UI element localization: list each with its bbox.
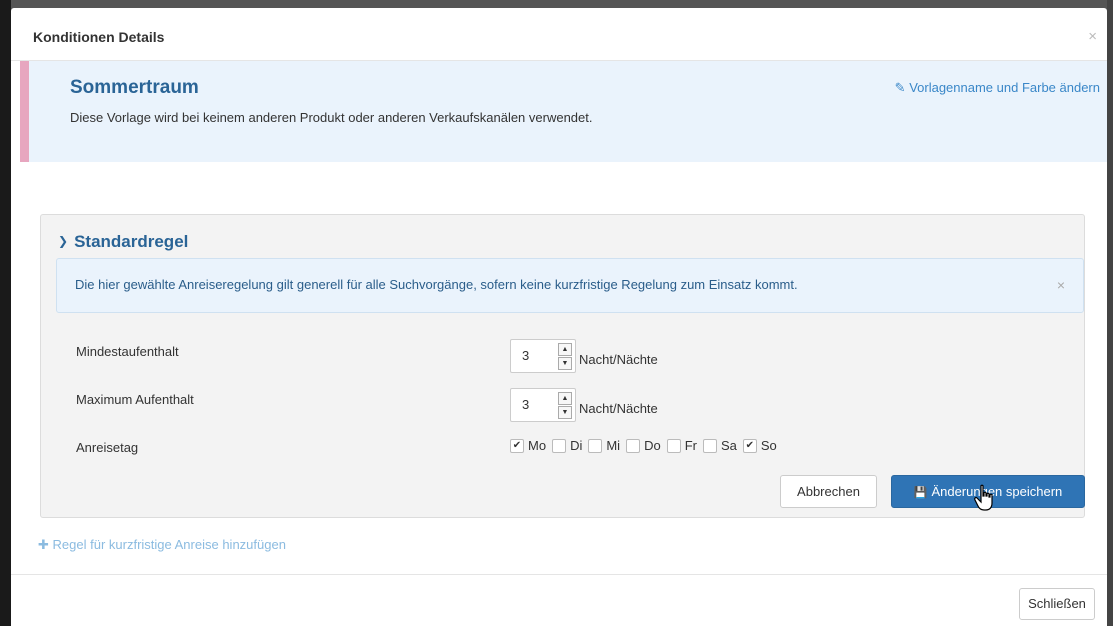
hand-cursor-icon <box>974 484 993 511</box>
stepper-down-icon[interactable]: ▼ <box>558 357 572 370</box>
checkbox[interactable] <box>626 438 641 453</box>
backdrop-edge <box>1107 0 1113 626</box>
add-short-term-rule-label: Regel für kurzfristige Anreise hinzufüge… <box>52 537 286 552</box>
modal-header: Konditionen Details × <box>11 8 1107 61</box>
day-checkbox-do[interactable]: Do <box>626 438 661 453</box>
day-label: Di <box>570 438 583 453</box>
backdrop <box>0 0 11 626</box>
max-stay-input[interactable]: 3 ▲ ▼ <box>510 388 576 422</box>
checkbox[interactable]: ✔ <box>510 438 524 453</box>
stepper-up-icon[interactable]: ▲ <box>558 392 572 405</box>
min-stay-value: 3 <box>522 348 530 363</box>
standard-rule-panel: ❯ Standardregel Die hier gewählte Anreise… <box>40 214 1085 518</box>
plus-icon: ✚ <box>38 537 49 552</box>
close-icon[interactable]: × <box>1088 28 1097 45</box>
modal-footer: Schließen <box>11 574 1107 626</box>
day-label: Mi <box>606 438 621 453</box>
min-stay-label: Mindestaufenthalt <box>76 344 179 359</box>
day-label: So <box>760 438 777 453</box>
max-stay-stepper[interactable]: ▲ ▼ <box>558 392 572 419</box>
info-alert-text: Die hier gewählte Anreiseregelung gilt g… <box>75 277 798 292</box>
close-button[interactable]: Schließen <box>1019 588 1095 620</box>
day-label: Mo <box>528 438 547 453</box>
add-short-term-rule-link[interactable]: ✚ Regel für kurzfristige Anreise hinzufü… <box>38 537 286 553</box>
day-checkbox-di[interactable]: Di <box>552 438 582 453</box>
edit-template-label: Vorlagenname und Farbe ändern <box>909 80 1100 95</box>
template-description: Diese Vorlage wird bei keinem anderen Pr… <box>70 110 593 125</box>
day-label: Fr <box>684 438 697 453</box>
stepper-down-icon[interactable]: ▼ <box>558 406 572 419</box>
standard-rule-title: Standardregel <box>74 232 189 251</box>
max-stay-label: Maximum Aufenthalt <box>76 392 194 407</box>
cancel-button[interactable]: Abbrechen <box>780 475 877 508</box>
checkbox[interactable] <box>666 438 681 453</box>
min-stay-stepper[interactable]: ▲ ▼ <box>558 343 572 370</box>
min-stay-unit: Nacht/Nächte <box>579 352 658 367</box>
edit-template-link[interactable]: ✎ Vorlagenname und Farbe ändern <box>895 80 1100 96</box>
standard-rule-toggle[interactable]: ❯ Standardregel <box>58 232 188 252</box>
stepper-up-icon[interactable]: ▲ <box>558 343 572 356</box>
checkbox[interactable]: ✔ <box>742 438 757 453</box>
max-stay-value: 3 <box>522 397 530 412</box>
day-checkbox-mo[interactable]: ✔ Mo <box>510 438 546 453</box>
day-checkbox-fr[interactable]: Fr <box>666 438 697 453</box>
day-label: Do <box>644 438 661 453</box>
day-label: Sa <box>720 438 737 453</box>
checkbox[interactable] <box>588 438 603 453</box>
info-alert: Die hier gewählte Anreiseregelung gilt g… <box>56 258 1084 313</box>
modal-title: Konditionen Details <box>33 29 165 45</box>
day-checkbox-sa[interactable]: Sa <box>702 438 737 453</box>
day-checkbox-so[interactable]: ✔ So <box>742 438 777 453</box>
min-stay-input[interactable]: 3 ▲ ▼ <box>510 339 576 373</box>
save-changes-label: Änderungen speichern <box>931 484 1063 499</box>
info-close-icon[interactable]: × <box>1057 277 1065 293</box>
checkbox[interactable] <box>552 438 567 453</box>
conditions-modal: Konditionen Details × Sommertraum Diese … <box>11 8 1107 626</box>
day-checkbox-mi[interactable]: Mi <box>588 438 620 453</box>
save-icon: 💾 <box>913 487 928 499</box>
checkbox[interactable] <box>702 438 717 453</box>
pencil-icon: ✎ <box>894 80 906 95</box>
template-name: Sommertraum <box>70 77 199 98</box>
arrival-day-checkboxes: ✔ Mo Di Mi Do Fr Sa ✔ So <box>510 438 783 453</box>
max-stay-unit: Nacht/Nächte <box>579 401 658 416</box>
chevron-down-icon: ❯ <box>58 234 69 248</box>
template-info: Sommertraum Diese Vorlage wird bei keine… <box>20 61 1107 162</box>
arrival-day-label: Anreisetag <box>76 440 139 455</box>
